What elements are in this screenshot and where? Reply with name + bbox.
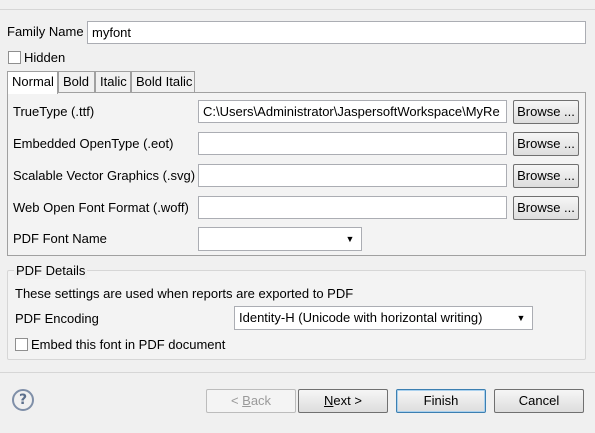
tab-normal[interactable]: Normal [7,71,58,94]
chevron-down-icon: ▼ [516,313,526,323]
pdf-encoding-combo[interactable]: Identity-H (Unicode with horizontal writ… [234,306,533,330]
tab-bold-italic[interactable]: Bold Italic [131,71,195,93]
next-button[interactable]: Next > [298,389,388,413]
tab-italic-label: Italic [100,74,127,89]
next-rest: ext > [333,393,362,408]
embed-font-label: Embed this font in PDF document [31,337,226,352]
ttf-browse-button[interactable]: Browse ... [513,100,579,124]
hidden-checkbox[interactable] [8,51,21,64]
ttf-label: TrueType (.ttf) [13,104,95,119]
chevron-down-icon: ▼ [345,234,355,244]
woff-path-input[interactable] [198,196,507,219]
cancel-button[interactable]: Cancel [494,389,584,413]
back-rest: ack [250,393,272,408]
hidden-label: Hidden [24,50,66,65]
pdf-details-description: These settings are used when reports are… [15,286,354,301]
eot-label: Embedded OpenType (.eot) [13,136,174,151]
svg-label: Scalable Vector Graphics (.svg) [13,168,196,183]
eot-path-input[interactable] [198,132,507,155]
bottom-separator [0,372,595,373]
pdf-details-title: PDF Details [14,263,88,279]
woff-browse-label: Browse ... [517,200,575,215]
svg-path-input[interactable] [198,164,507,187]
tab-bold[interactable]: Bold [58,71,95,93]
help-icon[interactable]: ? [12,389,34,411]
tab-bold-italic-label: Bold Italic [136,74,193,89]
woff-label: Web Open Font Format (.woff) [13,200,189,215]
ttf-browse-label: Browse ... [517,104,575,119]
next-mnemonic: N [324,393,334,408]
finish-label: Finish [423,393,459,408]
pdf-font-name-label: PDF Font Name [13,231,107,246]
tab-bold-label: Bold [63,74,90,89]
top-separator [0,9,595,10]
tab-normal-label: Normal [12,74,54,89]
eot-browse-label: Browse ... [517,136,575,151]
pdf-encoding-label: PDF Encoding [15,311,99,326]
family-name-value: myfont [92,25,132,40]
help-glyph: ? [18,392,28,408]
back-mnemonic: B [242,393,251,408]
ttf-path-input[interactable]: C:\Users\Administrator\JaspersoftWorkspa… [198,100,507,123]
back-prefix: < [230,393,243,408]
pdf-font-name-combo[interactable]: ▼ [198,227,362,251]
ttf-path-value: C:\Users\Administrator\JaspersoftWorkspa… [203,104,500,119]
svg-browse-button[interactable]: Browse ... [513,164,579,188]
woff-browse-button[interactable]: Browse ... [513,196,579,220]
cancel-label: Cancel [518,393,560,408]
family-name-input[interactable]: myfont [87,21,586,44]
pdf-encoding-value: Identity-H (Unicode with horizontal writ… [239,310,483,325]
tab-italic[interactable]: Italic [95,71,131,93]
back-button[interactable]: < Back [206,389,296,413]
embed-font-checkbox[interactable] [15,338,28,351]
eot-browse-button[interactable]: Browse ... [513,132,579,156]
family-name-label: Family Name [7,24,84,39]
finish-button[interactable]: Finish [396,389,486,413]
svg-browse-label: Browse ... [517,168,575,183]
